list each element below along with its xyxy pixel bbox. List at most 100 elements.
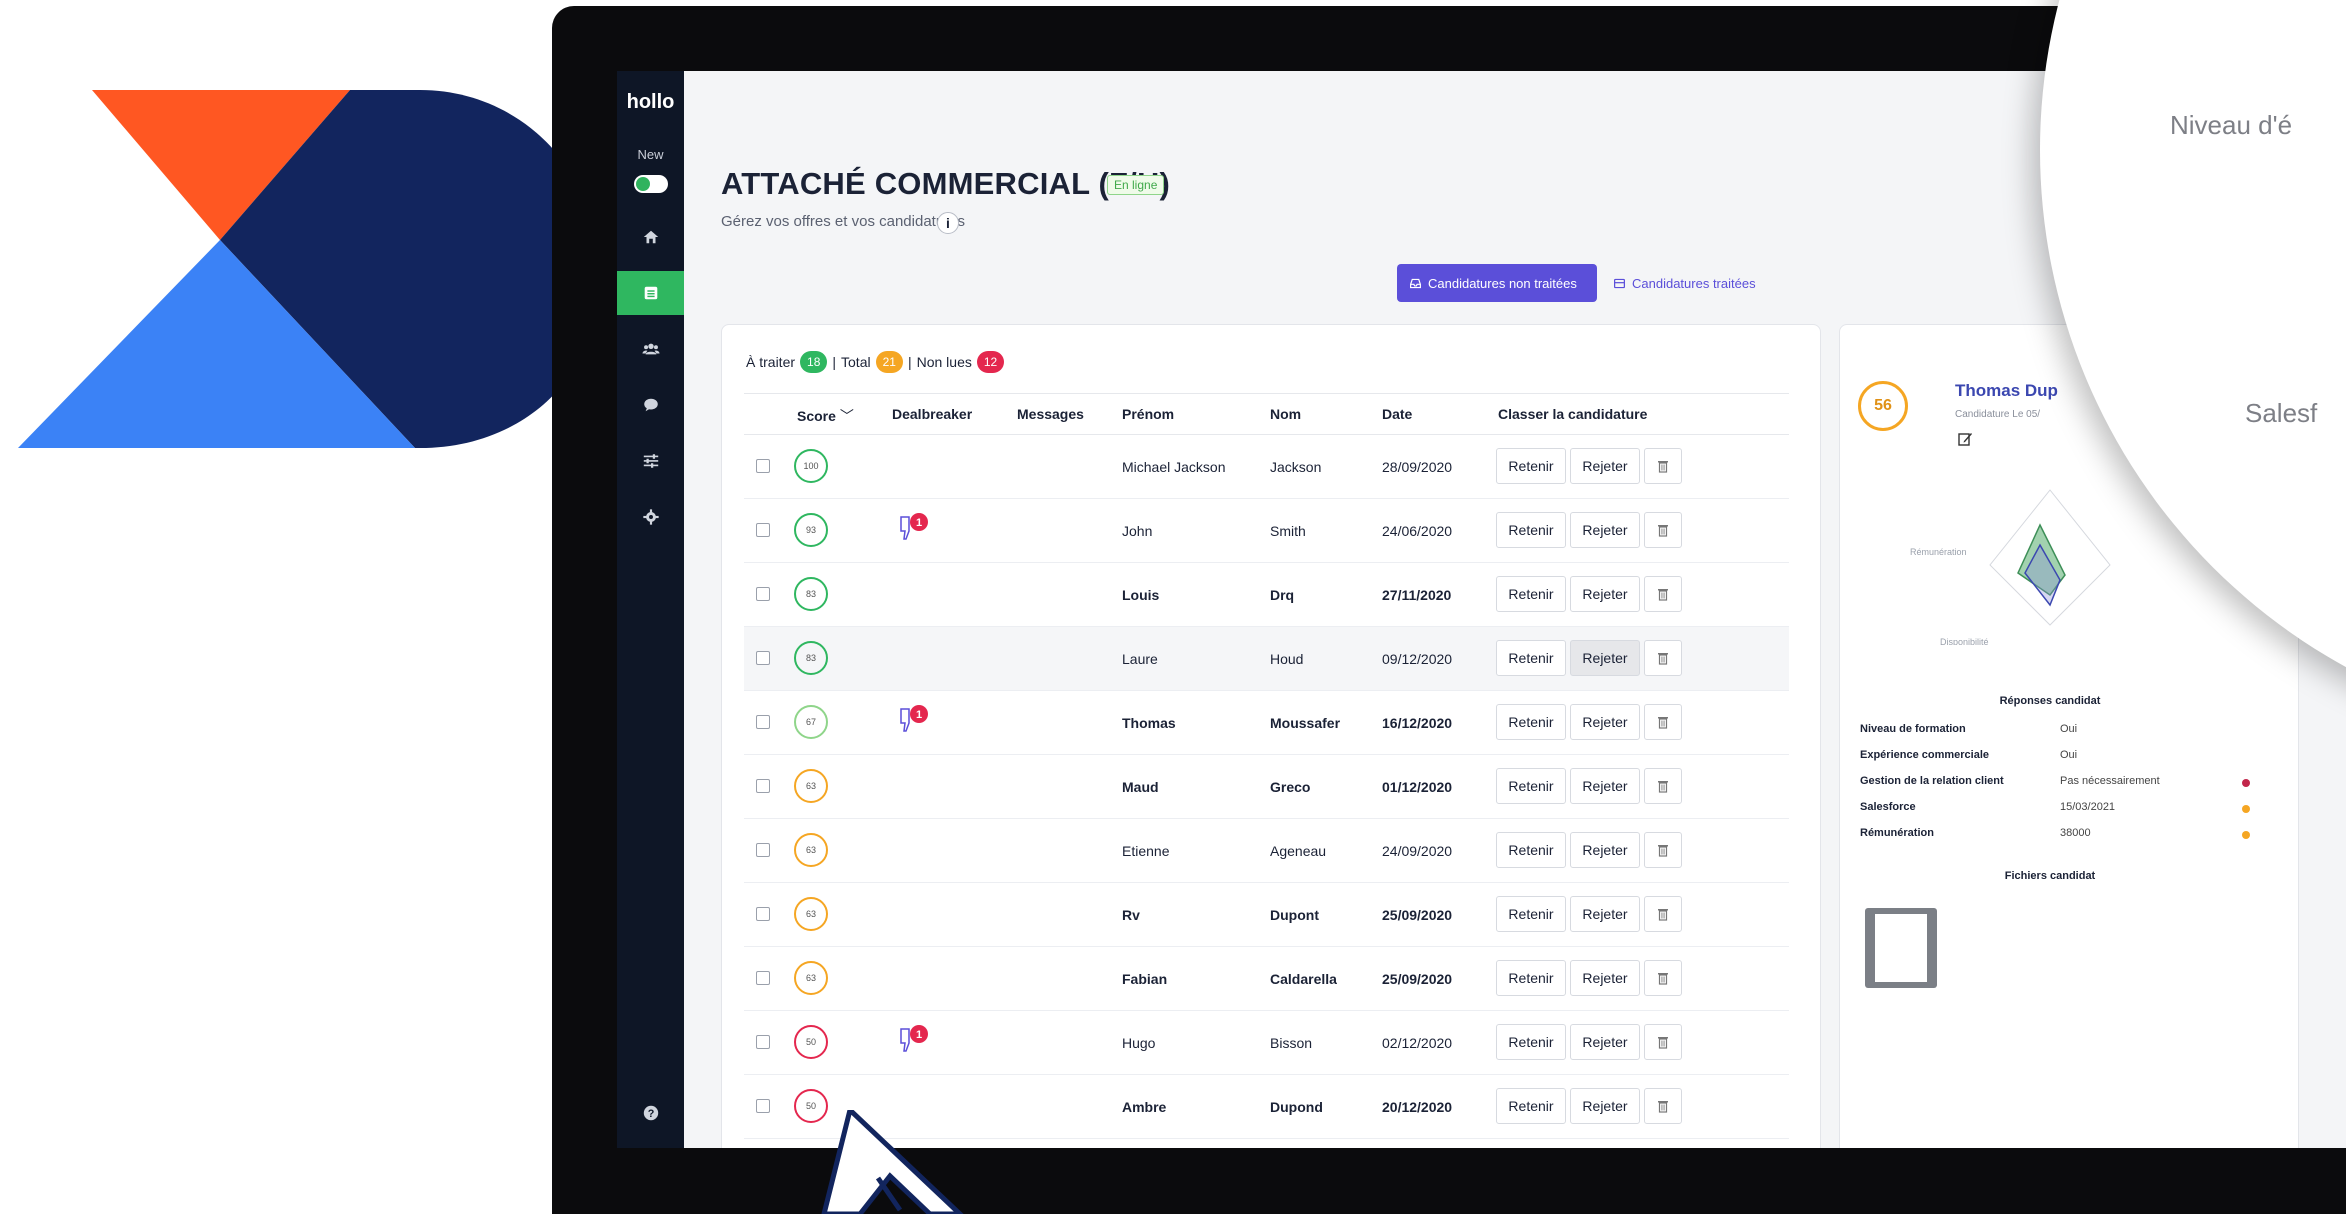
trash-icon	[1658, 909, 1668, 921]
tab-treated[interactable]: Candidatures traitées	[1601, 264, 1781, 302]
sidebar: hollo New ?	[617, 71, 684, 1148]
retenir-button[interactable]: Retenir	[1496, 576, 1566, 612]
rejeter-button[interactable]: Rejeter	[1570, 768, 1640, 804]
cell-nom: Dupont	[1270, 907, 1319, 923]
rejeter-button[interactable]: Rejeter	[1570, 512, 1640, 548]
rejeter-button[interactable]: Rejeter	[1570, 896, 1640, 932]
retenir-button[interactable]: Retenir	[1496, 640, 1566, 676]
row-checkbox[interactable]	[756, 1099, 770, 1113]
row-checkbox[interactable]	[756, 715, 770, 729]
table-row[interactable]: 63 Fabian Caldarella 25/09/2020 Retenir Rejet…	[744, 947, 1789, 1011]
cell-date: 25/09/2020	[1382, 971, 1453, 987]
sidebar-item-help[interactable]: ?	[617, 1091, 684, 1135]
row-checkbox[interactable]	[756, 779, 770, 793]
delete-button[interactable]	[1644, 960, 1682, 996]
delete-button[interactable]	[1644, 1088, 1682, 1124]
brand-wordmark: hollo	[626, 91, 675, 113]
rejeter-button[interactable]: Rejeter	[1570, 1024, 1640, 1060]
response-row: Niveau de formation Oui	[1860, 723, 2280, 741]
delete-button[interactable]	[1644, 1024, 1682, 1060]
candidate-score: 56	[1858, 381, 1908, 431]
dealbreaker-count: 1	[916, 709, 922, 721]
retenir-button[interactable]: Retenir	[1496, 832, 1566, 868]
row-checkbox[interactable]	[756, 907, 770, 921]
table-row[interactable]: 83 Louis Drq 27/11/2020 Retenir Rejeter	[744, 563, 1789, 627]
trash-icon	[1658, 653, 1668, 665]
sidebar-item-candidates[interactable]	[617, 327, 684, 371]
edit-icon[interactable]	[1957, 431, 1973, 447]
cell-nom: Smith	[1270, 523, 1306, 539]
gear-icon	[642, 509, 659, 525]
thumbs-down-icon[interactable]: 1	[897, 1023, 933, 1059]
delete-button[interactable]	[1644, 640, 1682, 676]
row-checkbox[interactable]	[756, 651, 770, 665]
retenir-button[interactable]: Retenir	[1496, 512, 1566, 548]
retenir-button[interactable]: Retenir	[1496, 448, 1566, 484]
cell-nom: Drq	[1270, 587, 1295, 603]
table-row[interactable]: 67 1 Thomas Moussafer 16/12/2020 Retenir Rejet…	[744, 691, 1789, 755]
table-row[interactable]: 50 1 Hugo Bisson 02/12/2020 Retenir Rejeter	[744, 1011, 1789, 1075]
delete-button[interactable]	[1644, 768, 1682, 804]
thumbs-down-icon[interactable]: 1	[897, 703, 933, 739]
cell-nom: Jackson	[1270, 459, 1322, 475]
retenir-button[interactable]: Retenir	[1496, 960, 1566, 996]
table-row[interactable]: 63 Etienne Ageneau 24/09/2020 Retenir Rejeter	[744, 819, 1789, 883]
col-score[interactable]: Score ﹀	[797, 406, 854, 426]
users-icon	[641, 343, 660, 355]
sidebar-item-settings[interactable]	[617, 495, 684, 539]
rejeter-button[interactable]: Rejeter	[1570, 704, 1640, 740]
table-row[interactable]: 93 1 John Smith 24/06/2020 Retenir Rejeter	[744, 499, 1789, 563]
help-icon: ?	[643, 1105, 658, 1121]
col-nom: Nom	[1270, 406, 1302, 422]
rejeter-button[interactable]: Rejeter	[1570, 576, 1640, 612]
sidebar-item-filters[interactable]	[617, 439, 684, 483]
applications-panel: À traiter 18 | Total 21 | Non lues 12 Sc…	[721, 324, 1821, 1148]
retenir-button[interactable]: Retenir	[1496, 1024, 1566, 1060]
delete-button[interactable]	[1644, 832, 1682, 868]
rejeter-button[interactable]: Rejeter	[1570, 1088, 1640, 1124]
cell-prenom: Hugo	[1122, 1035, 1156, 1051]
col-score-label: Score	[797, 408, 836, 424]
row-checkbox[interactable]	[756, 523, 770, 537]
retenir-button[interactable]: Retenir	[1496, 704, 1566, 740]
table-row[interactable]: 63 Rv Dupont 25/09/2020 Retenir Rejeter	[744, 883, 1789, 947]
cell-nom: Bisson	[1270, 1035, 1313, 1051]
trash-icon	[1658, 1037, 1668, 1049]
table-row[interactable]: 100 Michael Jackson Jackson 28/09/2020 Reten…	[744, 435, 1789, 499]
candidate-name[interactable]: Thomas Dup	[1955, 381, 2058, 401]
row-checkbox[interactable]	[756, 587, 770, 601]
row-checkbox[interactable]	[756, 459, 770, 473]
table-row[interactable]: 83 Laure Houd 09/12/2020 Retenir Rejeter	[744, 627, 1789, 691]
delete-button[interactable]	[1644, 576, 1682, 612]
info-icon[interactable]: i	[937, 212, 959, 234]
sidebar-item-home[interactable]	[617, 215, 684, 259]
sidebar-item-messages[interactable]	[617, 383, 684, 427]
delete-button[interactable]	[1644, 896, 1682, 932]
separator: |	[907, 354, 912, 370]
table-row[interactable]: 63 Maud Greco 01/12/2020 Retenir Rejeter	[744, 755, 1789, 819]
new-toggle[interactable]	[634, 175, 668, 193]
rejeter-button[interactable]: Rejeter	[1570, 832, 1640, 868]
files-title: Fichiers candidat	[2004, 870, 2096, 882]
rejeter-button[interactable]: Rejeter	[1570, 960, 1640, 996]
delete-button[interactable]	[1644, 512, 1682, 548]
response-answer: Oui	[2060, 749, 2078, 761]
radar-chart: Rémunération Disponibilité	[1910, 489, 2111, 645]
score-badge: 63	[794, 769, 828, 803]
retenir-button[interactable]: Retenir	[1496, 1088, 1566, 1124]
tab-untreated[interactable]: Candidatures non traitées	[1397, 264, 1597, 302]
thumbs-down-icon[interactable]: 1	[897, 511, 933, 547]
retenir-button[interactable]: Retenir	[1496, 768, 1566, 804]
delete-button[interactable]	[1644, 448, 1682, 484]
row-checkbox[interactable]	[756, 1035, 770, 1049]
retenir-button[interactable]: Retenir	[1496, 896, 1566, 932]
rejeter-button[interactable]: Rejeter	[1570, 448, 1640, 484]
row-checkbox[interactable]	[756, 971, 770, 985]
delete-button[interactable]	[1644, 704, 1682, 740]
unread-count: 12	[976, 351, 1005, 373]
row-checkbox[interactable]	[756, 843, 770, 857]
sidebar-item-offers[interactable]	[617, 271, 684, 315]
rejeter-button[interactable]: Rejeter	[1570, 640, 1640, 676]
cell-date: 16/12/2020	[1382, 715, 1453, 731]
file-thumbnail[interactable]	[1865, 908, 1937, 988]
